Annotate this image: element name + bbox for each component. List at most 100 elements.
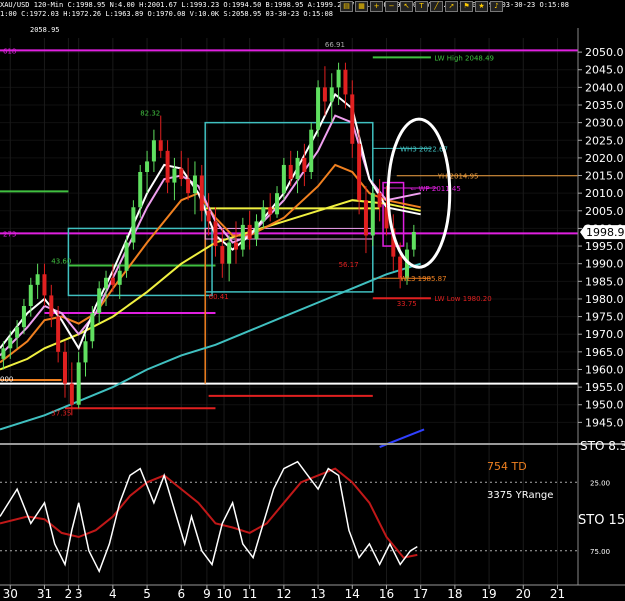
candle-body: [295, 157, 300, 180]
candle-body: [56, 316, 61, 352]
price-tick-label: 2005.0: [585, 205, 624, 218]
price-tag-label: 1998.95: [586, 226, 625, 239]
candle-body: [281, 164, 286, 194]
zone-box-cyan-left: [67, 227, 213, 297]
candle-body: [268, 207, 273, 215]
candle-body: [42, 274, 47, 296]
date-label-17: 17: [413, 587, 428, 601]
candle-body: [322, 87, 327, 102]
price-tick-label: 1960.0: [585, 363, 624, 376]
candle-body: [117, 270, 122, 285]
price-tick-label: 1985.0: [585, 275, 624, 288]
candle-body: [411, 231, 416, 250]
price-tick-label: 2020.0: [585, 152, 624, 165]
date-label-11: 11: [242, 587, 257, 601]
moving-average-1: [0, 199, 421, 371]
candle-body: [15, 327, 20, 338]
candle-body: [21, 306, 26, 328]
date-label-6: 6: [177, 587, 185, 601]
label-p6: 37.35: [51, 409, 71, 417]
candle-body: [329, 87, 334, 102]
candle-body: [158, 140, 163, 151]
label-lw-low: LW Low 1980.20: [434, 295, 491, 303]
candle-body: [97, 288, 102, 314]
candle-body: [35, 274, 40, 285]
label-left-low: 000: [0, 376, 13, 384]
candle-body: [62, 351, 67, 384]
price-tick-label: 1995.0: [585, 240, 624, 253]
price-tick-label: 1970.0: [585, 328, 624, 341]
label-p1: 82.32: [140, 110, 160, 118]
candle-body: [363, 200, 368, 236]
price-tick-label: 2050.0: [585, 46, 624, 59]
osc-label: STO 15: [578, 513, 625, 528]
osc-lvl-hi: 25.00: [590, 479, 610, 487]
label-yh: YH 2014.95: [437, 173, 479, 181]
osc-top-label: STO 8.3: [580, 439, 625, 453]
candle-body: [350, 94, 355, 144]
candle-body: [69, 383, 74, 405]
candle-body: [377, 193, 382, 208]
price-tick-label: 1980.0: [585, 293, 624, 306]
price-tick-label: 1950.0: [585, 399, 624, 412]
candle-body: [199, 175, 204, 211]
candle-body: [124, 242, 129, 271]
candle-body: [233, 242, 238, 250]
date-label-13: 13: [310, 587, 325, 601]
candle-body: [110, 277, 115, 285]
candle-body: [336, 69, 341, 88]
date-label-4: 4: [109, 587, 117, 601]
candle-body: [213, 221, 218, 247]
candle-body: [49, 295, 54, 317]
label-p5: 33.75: [397, 300, 417, 308]
candle-body: [76, 362, 81, 405]
label-left-mid: 273: [3, 230, 16, 238]
candle-body: [192, 175, 197, 194]
date-label-20: 20: [516, 587, 531, 601]
candle-body: [172, 168, 177, 183]
candle-body: [343, 69, 348, 95]
candle-body: [220, 246, 225, 264]
date-label-18: 18: [447, 587, 462, 601]
candle-body: [165, 150, 170, 183]
price-tick-label: 1945.0: [585, 416, 624, 429]
price-tick-label: 1975.0: [585, 311, 624, 324]
price-tick-label: 2040.0: [585, 81, 624, 94]
candle-body: [370, 193, 375, 236]
label-left-high: 618: [3, 47, 16, 55]
candle-body: [151, 140, 156, 162]
candle-body: [247, 224, 252, 239]
candle-body: [131, 207, 136, 243]
label-peak: 66.91: [325, 41, 345, 49]
osc-td-label: 754 TD: [487, 460, 527, 473]
candle-body: [145, 161, 150, 172]
chart-window: XAU/USD 120-Min C:1998.95 N:4.00 H:2001.…: [0, 0, 625, 601]
candle-body: [357, 143, 362, 201]
label-p4: 60.41: [209, 293, 229, 301]
date-label-9: 9: [203, 587, 211, 601]
label-wp: ⇐ WP 2011.45: [410, 185, 460, 193]
date-label-5: 5: [143, 587, 151, 601]
label-wl3: WL3 1985.87: [400, 275, 446, 283]
date-label-30: 30: [3, 587, 18, 601]
date-label-19: 19: [481, 587, 496, 601]
date-label-12: 12: [276, 587, 291, 601]
label-p2: 43.60: [51, 258, 71, 266]
price-chart[interactable]: LW High 2048.49 WH3 2022.67 YH 2014.95 ⇐ WP…: [0, 0, 625, 601]
candle-body: [309, 129, 314, 172]
candle-body: [104, 277, 109, 289]
price-tick-label: 2045.0: [585, 64, 624, 77]
candle-body: [302, 157, 307, 172]
price-tick-label: 1990.0: [585, 258, 624, 271]
candle-body: [90, 313, 95, 342]
label-wh3: WH3 2022.67: [400, 145, 448, 153]
price-tick-label: 1955.0: [585, 381, 624, 394]
date-label-14: 14: [345, 587, 360, 601]
date-label-21: 21: [550, 587, 565, 601]
candle-body: [179, 168, 184, 180]
candle-body: [254, 221, 259, 239]
candle-body: [1, 348, 6, 359]
date-label-31: 31: [37, 587, 52, 601]
price-tick-label: 2035.0: [585, 99, 624, 112]
candle-body: [227, 242, 232, 264]
